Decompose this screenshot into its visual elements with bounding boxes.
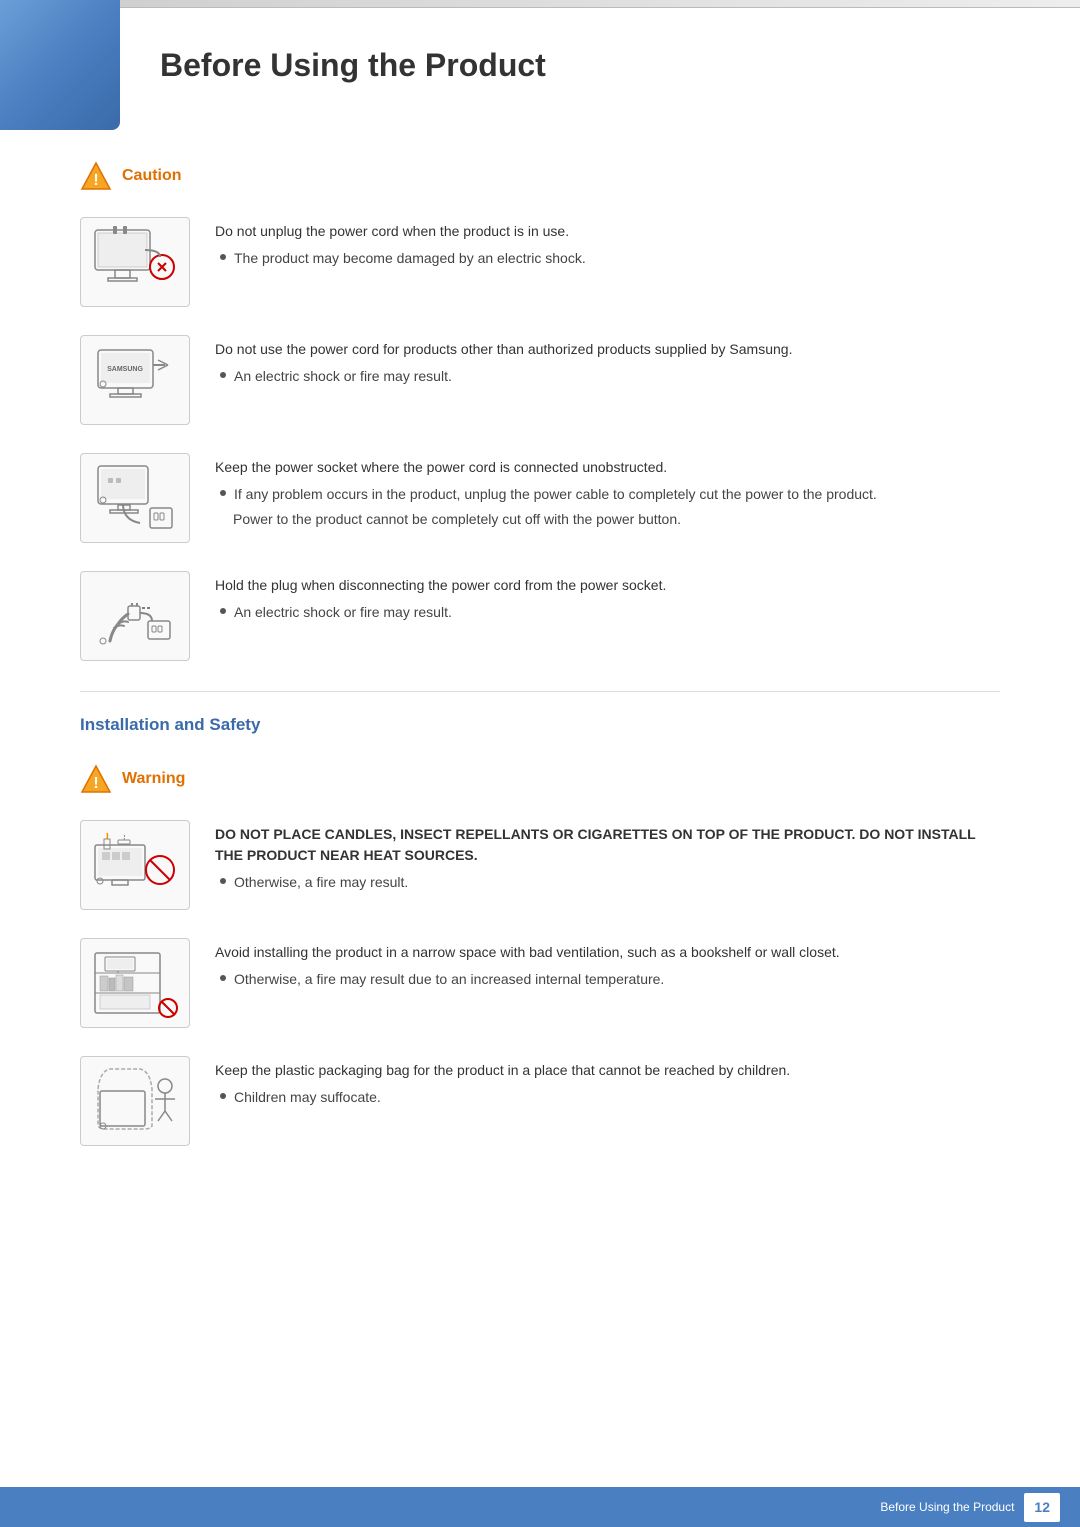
illustration-candles bbox=[80, 820, 190, 910]
bullet-dot bbox=[220, 490, 226, 496]
caution-item-1-main: Do not unplug the power cord when the pr… bbox=[215, 221, 1000, 242]
caution-item-3-main: Keep the power socket where the power co… bbox=[215, 457, 1000, 478]
warning-item-1: DO NOT PLACE CANDLES, INSECT REPELLANTS … bbox=[80, 820, 1000, 910]
page-title: Before Using the Product bbox=[160, 41, 546, 89]
bullet-dot bbox=[220, 254, 226, 260]
content-area: ! Caution Do not unp bbox=[0, 140, 1080, 1234]
bullet-dot bbox=[220, 372, 226, 378]
caution-item-2-bullet-0: An electric shock or fire may result. bbox=[220, 366, 1000, 387]
caution-item-3-subnote: Power to the product cannot be completel… bbox=[233, 509, 1000, 530]
illustration-samsung-cord: SAMSUNG bbox=[80, 335, 190, 425]
caution-item-2-text: Do not use the power cord for products o… bbox=[215, 335, 1000, 391]
warning-item-1-text: DO NOT PLACE CANDLES, INSECT REPELLANTS … bbox=[215, 820, 1000, 897]
bullet-text: The product may become damaged by an ele… bbox=[234, 248, 586, 269]
warning-item-2-bullet-0: Otherwise, a fire may result due to an i… bbox=[220, 969, 1000, 990]
bullet-text: An electric shock or fire may result. bbox=[234, 602, 452, 623]
caution-item-3-bullet-0: If any problem occurs in the product, un… bbox=[220, 484, 1000, 505]
caution-item-1-text: Do not unplug the power cord when the pr… bbox=[215, 217, 1000, 273]
caution-item-4-main: Hold the plug when disconnecting the pow… bbox=[215, 575, 1000, 596]
warning-item-2: Avoid installing the product in a narrow… bbox=[80, 938, 1000, 1028]
bullet-text: Otherwise, a fire may result due to an i… bbox=[234, 969, 664, 990]
caution-item-3-text: Keep the power socket where the power co… bbox=[215, 453, 1000, 530]
caution-label: Caution bbox=[122, 164, 182, 188]
warning-item-3-text: Keep the plastic packaging bag for the p… bbox=[215, 1056, 1000, 1112]
illustration-bookshelf bbox=[80, 938, 190, 1028]
bullet-dot bbox=[220, 975, 226, 981]
warning-heading: ! Warning bbox=[80, 763, 1000, 795]
bullet-dot bbox=[220, 1093, 226, 1099]
caution-item-4: Hold the plug when disconnecting the pow… bbox=[80, 571, 1000, 661]
warning-item-1-main: DO NOT PLACE CANDLES, INSECT REPELLANTS … bbox=[215, 824, 1000, 866]
svg-text:SAMSUNG: SAMSUNG bbox=[107, 366, 143, 373]
warning-item-3-bullet-0: Children may suffocate. bbox=[220, 1087, 1000, 1108]
bullet-text: An electric shock or fire may result. bbox=[234, 366, 452, 387]
caution-heading: ! Caution bbox=[80, 160, 1000, 192]
caution-item-4-bullet-0: An electric shock or fire may result. bbox=[220, 602, 1000, 623]
caution-item-2-main: Do not use the power cord for products o… bbox=[215, 339, 1000, 360]
warning-item-2-main: Avoid installing the product in a narrow… bbox=[215, 942, 1000, 963]
footer-label: Before Using the Product bbox=[880, 1498, 1014, 1516]
bullet-text: If any problem occurs in the product, un… bbox=[234, 484, 877, 505]
caution-item-3: Keep the power socket where the power co… bbox=[80, 453, 1000, 543]
caution-item-4-text: Hold the plug when disconnecting the pow… bbox=[215, 571, 1000, 627]
page-footer: Before Using the Product 12 bbox=[0, 1487, 1080, 1527]
warning-item-3: Keep the plastic packaging bag for the p… bbox=[80, 1056, 1000, 1146]
caution-icon: ! bbox=[80, 160, 112, 192]
caution-item-2: SAMSUNG Do not use the power cord for pr… bbox=[80, 335, 1000, 425]
warning-item-2-text: Avoid installing the product in a narrow… bbox=[215, 938, 1000, 994]
svg-text:!: ! bbox=[93, 775, 98, 792]
illustration-power-cord bbox=[80, 217, 190, 307]
bullet-text: Otherwise, a fire may result. bbox=[234, 872, 408, 893]
svg-text:!: ! bbox=[93, 172, 98, 189]
warning-item-1-bullet-0: Otherwise, a fire may result. bbox=[220, 872, 1000, 893]
caution-item-1: Do not unplug the power cord when the pr… bbox=[80, 217, 1000, 307]
illustration-plastic-bag bbox=[80, 1056, 190, 1146]
bullet-dot bbox=[220, 608, 226, 614]
warning-label: Warning bbox=[122, 767, 185, 791]
illustration-power-socket bbox=[80, 453, 190, 543]
warning-icon: ! bbox=[80, 763, 112, 795]
page-header: Before Using the Product bbox=[0, 0, 1080, 130]
illustration-hold-plug bbox=[80, 571, 190, 661]
page-number: 12 bbox=[1024, 1493, 1060, 1522]
bullet-dot bbox=[220, 878, 226, 884]
installation-section-title: Installation and Safety bbox=[80, 691, 1000, 738]
bullet-text: Children may suffocate. bbox=[234, 1087, 381, 1108]
warning-item-3-main: Keep the plastic packaging bag for the p… bbox=[215, 1060, 1000, 1081]
caution-item-1-bullet-0: The product may become damaged by an ele… bbox=[220, 248, 1000, 269]
